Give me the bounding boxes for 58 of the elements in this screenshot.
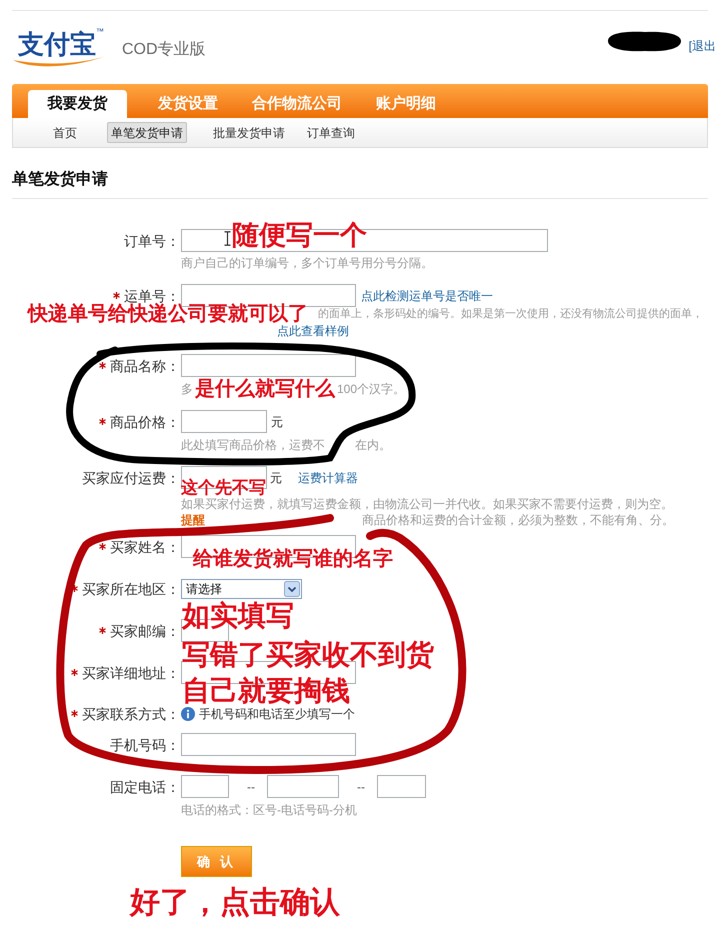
hint-text: 100个汉字。 xyxy=(337,381,406,397)
annotation-text: 好了，点击确认 xyxy=(130,888,340,918)
hint-text: 商户自己的订单编号，多个订单号用分号分隔。 xyxy=(181,255,433,271)
field-label: 固定电话： xyxy=(110,778,180,794)
field-label: 手机号码： xyxy=(110,736,180,752)
text-input[interactable] xyxy=(181,410,267,433)
info-text: 手机号码和电话至少填写一个 xyxy=(199,706,355,720)
field-label: 买家姓名： xyxy=(110,538,180,554)
product-title: COD专业版 xyxy=(122,40,206,60)
info-icon xyxy=(181,706,195,720)
annotation-text: 是什么就写什么 xyxy=(195,379,335,399)
annotation-text: 这个先不写 xyxy=(181,479,266,496)
field-label: 买家联系方式： xyxy=(82,706,180,722)
hint-text: 商品价格和运费的合计金额，必须为整数，不能有角、分。 xyxy=(362,512,674,528)
unit-label: 元 xyxy=(271,414,283,428)
separator-text: -- xyxy=(247,780,255,794)
field-label: 订单号： xyxy=(124,232,180,248)
subnav-tab[interactable]: 首页 xyxy=(49,122,81,143)
field-label: 买家详细地址： xyxy=(82,664,180,680)
text-input[interactable] xyxy=(181,775,229,798)
trademark-sign: ™ xyxy=(96,28,104,36)
subnav-tab[interactable]: 订单查询 xyxy=(303,122,359,143)
hint-text: 此处填写商品价格，运费不 xyxy=(181,437,325,453)
hint-text: 电话的格式：区号-电话号码-分机 xyxy=(181,802,357,818)
field-label: 买家邮编： xyxy=(110,622,180,638)
unit-label: 元 xyxy=(270,470,282,484)
text-link[interactable]: 点此检测运单号是否唯一 xyxy=(361,288,493,302)
annotation-text: 给谁发货就写谁的名字 xyxy=(193,549,393,569)
hint-text: 如果买家付运费，就填写运费金额，由物流公司一并代收。如果买家不需要付运费，则为空。 xyxy=(181,496,673,512)
subnav-tab[interactable]: 单笔发货申请 xyxy=(107,122,187,143)
logo-text: 支付宝 xyxy=(18,30,96,58)
hint-text: 在内。 xyxy=(355,437,391,453)
annotation-text: 快递单号给快递公司要就可以了 xyxy=(28,304,308,324)
field-label: 商品价格： xyxy=(110,414,180,430)
region-select[interactable]: 请选择 xyxy=(181,578,302,598)
text-input[interactable] xyxy=(181,733,356,756)
nav-tab[interactable]: 我要发货 xyxy=(28,90,127,118)
field-label: 买家所在地区： xyxy=(82,580,180,596)
text-link[interactable]: 点此查看样例 xyxy=(277,323,349,339)
field-label: 商品名称： xyxy=(110,358,180,374)
hint-text: 的面单上，条形码处的编号。如果是第一次使用，还没有物流公司提供的面单， xyxy=(318,306,703,322)
separator-text: -- xyxy=(357,780,365,794)
text-cursor-icon xyxy=(224,231,231,246)
annotation-text: 如实填写 xyxy=(182,602,294,630)
hint-text: 多 xyxy=(181,381,193,397)
reminder-label: 提醒 xyxy=(181,512,205,528)
subnav-tab[interactable]: 批量发货申请 xyxy=(209,122,289,143)
annotation-text: 随便写一个 xyxy=(232,222,367,249)
page-title: 单笔发货申请 xyxy=(12,170,108,190)
logout-link[interactable]: [退出 xyxy=(688,39,716,53)
text-input[interactable] xyxy=(181,354,356,377)
annotation-text: 自己就要掏钱 xyxy=(182,677,350,705)
text-input[interactable] xyxy=(267,775,339,798)
annotation-text: 写错了买家收不到货 xyxy=(182,641,434,669)
field-label: 买家应付运费： xyxy=(82,470,180,486)
text-link[interactable]: 运费计算器 xyxy=(298,470,358,484)
field-label: 运单号： xyxy=(124,288,180,304)
text-input[interactable] xyxy=(377,775,426,798)
